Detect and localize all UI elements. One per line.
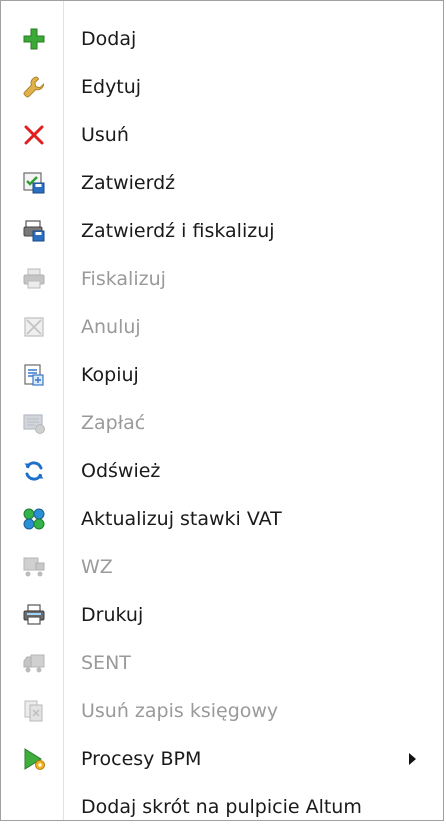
- menu-item-edytuj[interactable]: Edytuj: [1, 63, 443, 111]
- menu-item-fiskalizuj[interactable]: Fiskalizuj: [1, 255, 443, 303]
- payment-icon: [22, 411, 46, 435]
- menu-item-label: Anuluj: [81, 316, 141, 338]
- menu-item-aktualizuj-stawki-vat[interactable]: Aktualizuj stawki VAT: [1, 495, 443, 543]
- menu-item-label: SENT: [81, 652, 131, 674]
- delete-x-icon: [22, 123, 46, 147]
- menu-item-anuluj[interactable]: Anuluj: [1, 303, 443, 351]
- menu-item-label: Kopiuj: [81, 364, 139, 386]
- approve-fiscal-icon: [22, 219, 46, 243]
- menu-item-label: Dodaj skrót na pulpicie Altum: [81, 796, 362, 818]
- menu-item-label: Zatwierdź: [81, 172, 176, 194]
- printer-icon: [22, 267, 46, 291]
- menu-item-dodaj[interactable]: Dodaj: [1, 15, 443, 63]
- copy-document-icon: [22, 363, 46, 387]
- menu-item-zatwierdz[interactable]: Zatwierdź: [1, 159, 443, 207]
- submenu-arrow-icon: [409, 753, 416, 765]
- approve-save-icon: [22, 171, 46, 195]
- menu-item-drukuj[interactable]: Drukuj: [1, 591, 443, 639]
- menu-item-label: WZ: [81, 556, 113, 578]
- printer-icon: [22, 603, 46, 627]
- bpm-play-icon: [22, 747, 46, 771]
- plus-icon: [22, 27, 46, 51]
- menu-item-sent[interactable]: SENT: [1, 639, 443, 687]
- menu-item-label: Edytuj: [81, 76, 142, 98]
- menu-item-label: Dodaj: [81, 28, 137, 50]
- menu-item-kopiuj[interactable]: Kopiuj: [1, 351, 443, 399]
- menu-item-label: Usuń: [81, 124, 129, 146]
- menu-item-usun[interactable]: Usuń: [1, 111, 443, 159]
- menu-item-usun-zapis-ksiegowy[interactable]: Usuń zapis księgowy: [1, 687, 443, 735]
- context-menu: Dodaj Edytuj Usuń Zatwierdź Zatwierdź i …: [0, 0, 444, 821]
- menu-item-label: Fiskalizuj: [81, 268, 166, 290]
- menu-item-dodaj-skrot-na-pulpicie[interactable]: Dodaj skrót na pulpicie Altum: [1, 783, 443, 831]
- vat-update-icon: [22, 507, 46, 531]
- menu-item-odswiez[interactable]: Odśwież: [1, 447, 443, 495]
- menu-item-label: Odśwież: [81, 460, 161, 482]
- menu-item-label: Zapłać: [81, 412, 146, 434]
- menu-item-zatwierdz-i-fiskalizuj[interactable]: Zatwierdź i fiskalizuj: [1, 207, 443, 255]
- menu-item-wz[interactable]: WZ: [1, 543, 443, 591]
- warehouse-issue-icon: [22, 555, 46, 579]
- menu-item-label: Zatwierdź i fiskalizuj: [81, 220, 275, 242]
- menu-item-zaplac[interactable]: Zapłać: [1, 399, 443, 447]
- wrench-icon: [22, 75, 46, 99]
- refresh-icon: [22, 459, 46, 483]
- menu-item-label: Usuń zapis księgowy: [81, 700, 279, 722]
- menu-item-label: Procesy BPM: [81, 748, 202, 770]
- menu-item-label: Aktualizuj stawki VAT: [81, 508, 282, 530]
- cancel-box-icon: [22, 315, 46, 339]
- menu-item-procesy-bpm[interactable]: Procesy BPM: [1, 735, 443, 783]
- truck-icon: [22, 651, 46, 675]
- remove-entry-icon: [22, 699, 46, 723]
- menu-item-label: Drukuj: [81, 604, 144, 626]
